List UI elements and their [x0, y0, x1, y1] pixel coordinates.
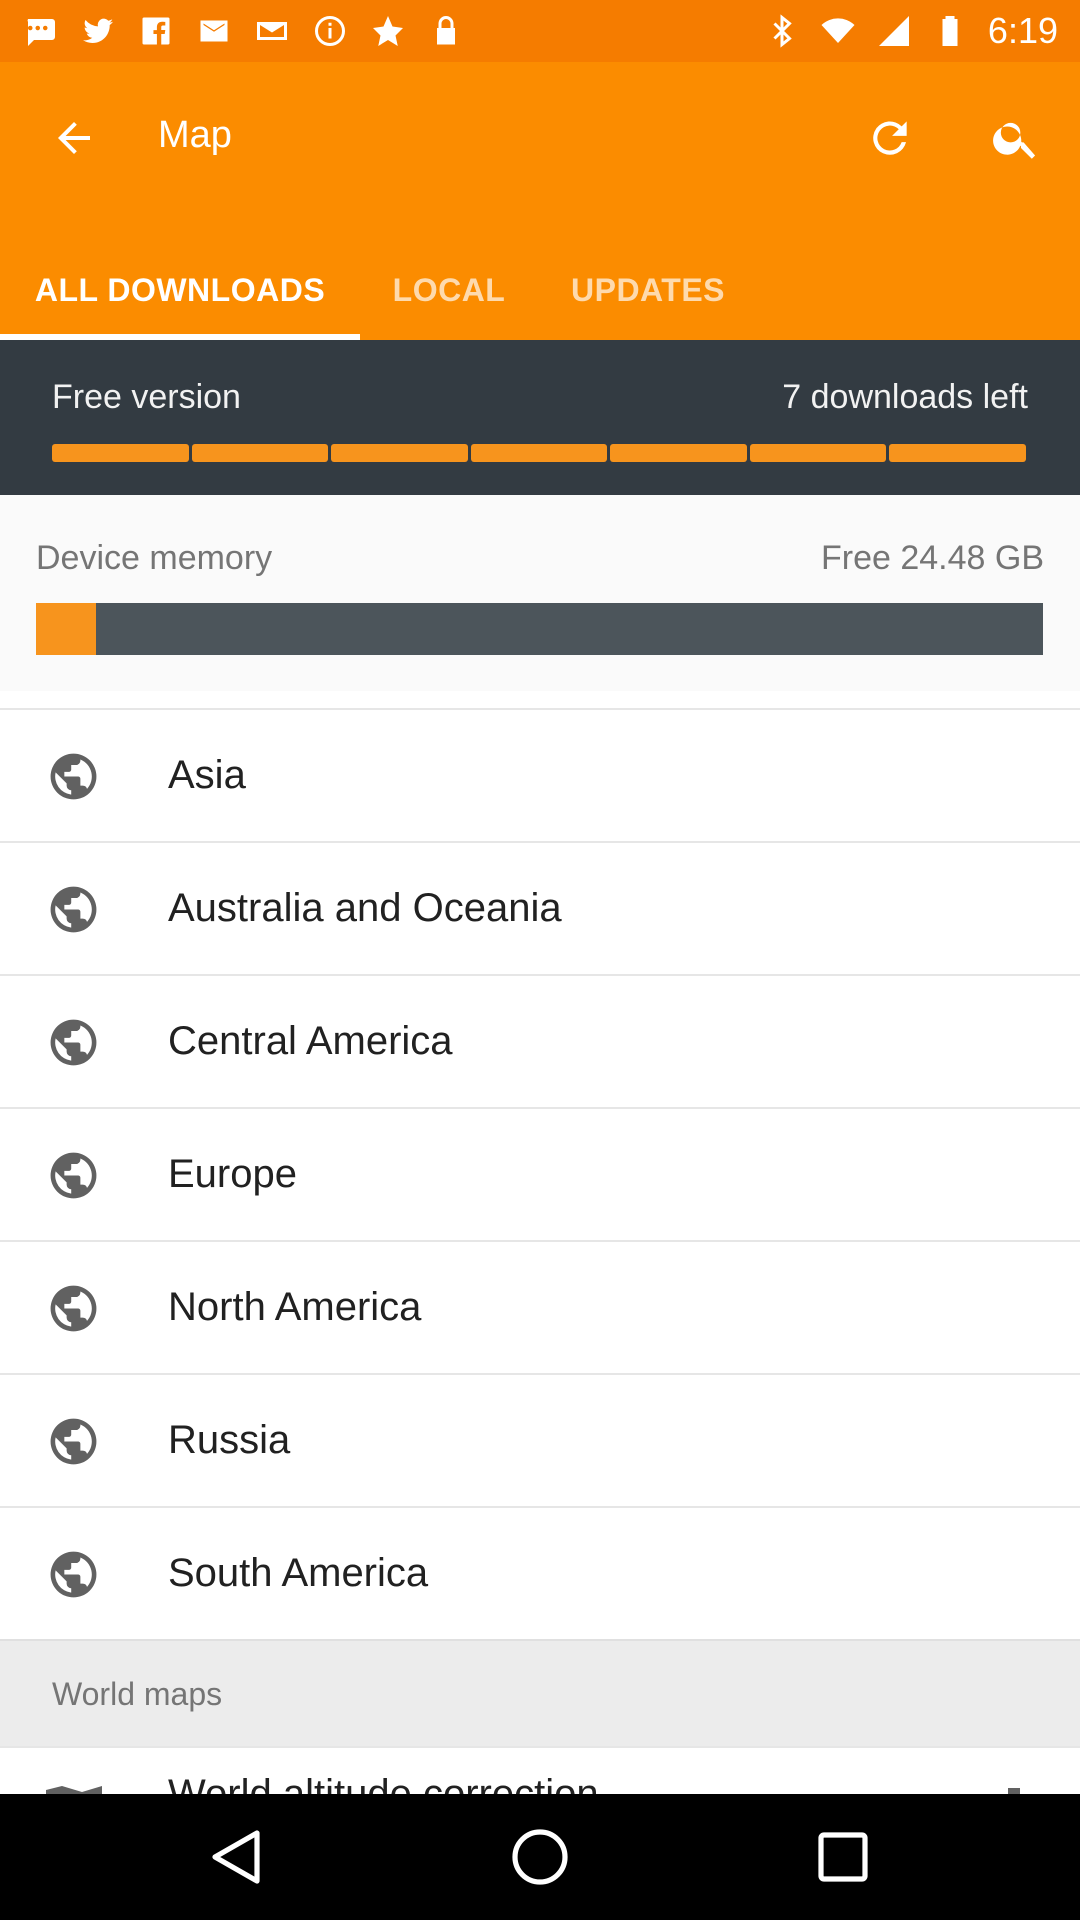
list-item-label: World altitude correction [168, 1772, 599, 1794]
globe-icon [46, 1414, 101, 1469]
device-memory-free: Free 24.48 GB [820, 539, 1044, 577]
tab-bar: ALL DOWNLOADS LOCAL UPDATES [0, 240, 1080, 340]
bluetooth-icon [773, 14, 792, 48]
downloads-left-bar [52, 444, 1027, 462]
list-item-world-altitude-correction[interactable]: World altitude correction [0, 1746, 1080, 1794]
status-bar: 6:19 [0, 0, 1080, 62]
list-item-label: Europe [168, 1152, 297, 1196]
tab-updates[interactable]: UPDATES [538, 240, 758, 340]
download-segment [331, 444, 468, 462]
download-segment [889, 444, 1027, 462]
download-segment [749, 444, 887, 462]
device-memory-panel: Device memory Free 24.48 GB [0, 495, 1080, 691]
refresh-button[interactable] [856, 104, 924, 172]
page-title: Map [158, 114, 232, 156]
list-item-label: Australia and Oceania [168, 886, 562, 930]
square-recents-icon [818, 1832, 868, 1882]
lock-icon [437, 16, 455, 45]
circle-home-icon [512, 1829, 568, 1885]
triangle-back-icon [212, 1830, 260, 1884]
twitter-icon [83, 18, 113, 43]
map-icon [46, 1786, 102, 1794]
home-nav-button[interactable] [500, 1817, 580, 1897]
download-segment [191, 444, 329, 462]
list-item-label: North America [168, 1285, 422, 1329]
fake-gps-icon [373, 16, 403, 46]
list-item[interactable]: Asia [0, 708, 1080, 841]
free-version-panel: Free version 7 downloads left [0, 340, 1080, 495]
message-icon [27, 19, 55, 46]
download-segment [610, 444, 747, 462]
clock: 6:19 [987, 10, 1058, 51]
list-item[interactable]: South America [0, 1506, 1080, 1639]
mail-icon [200, 20, 228, 42]
navigation-bar [0, 1794, 1080, 1920]
download-segment [52, 444, 189, 462]
download-segment [470, 444, 608, 462]
world-maps-header: World maps [0, 1639, 1080, 1746]
list-item[interactable]: North America [0, 1240, 1080, 1373]
app-bar: Map ALL DOWNLOADS LOCAL UPDATES [0, 62, 1080, 340]
list-item-label: South America [168, 1551, 429, 1595]
info-icon [315, 16, 345, 46]
list-item[interactable]: Europe [0, 1107, 1080, 1240]
globe-icon [46, 1281, 101, 1336]
arrow-back-icon [58, 122, 90, 154]
memory-used-fill [36, 603, 97, 655]
battery-icon [942, 16, 958, 46]
facebook-icon [142, 17, 170, 45]
device-memory-label: Device memory [36, 539, 273, 577]
list-item[interactable]: Central America [0, 974, 1080, 1107]
signal-icon [878, 16, 909, 46]
globe-icon [46, 749, 101, 804]
list-item-label: Russia [168, 1418, 291, 1462]
globe-icon [46, 1015, 101, 1070]
world-maps-header-label: World maps [52, 1676, 223, 1712]
search-icon [993, 122, 1036, 159]
list-item-label: Asia [168, 753, 246, 797]
recents-nav-button[interactable] [803, 1817, 883, 1897]
notification-icons [22, 0, 464, 62]
memory-usage-bar [36, 603, 1043, 655]
globe-icon [46, 882, 101, 937]
wifi-icon [821, 18, 855, 43]
free-version-label: Free version [52, 378, 241, 416]
region-list: Asia Australia and Oceania Central America… [0, 708, 1080, 1639]
list-item-label: Central America [168, 1019, 453, 1063]
tab-local[interactable]: LOCAL [360, 240, 538, 340]
list-item[interactable]: Australia and Oceania [0, 841, 1080, 974]
back-button[interactable] [40, 104, 108, 172]
back-nav-button[interactable] [197, 1817, 277, 1897]
search-button[interactable] [982, 104, 1050, 172]
system-icons: 6:19 [764, 0, 1058, 62]
globe-icon [46, 1547, 101, 1602]
refresh-icon [873, 121, 907, 155]
email-icon [257, 22, 287, 40]
list-item[interactable]: Russia [0, 1373, 1080, 1506]
tab-all-downloads[interactable]: ALL DOWNLOADS [0, 240, 360, 340]
globe-icon [46, 1148, 101, 1203]
downloads-left-label: 7 downloads left [782, 378, 1028, 416]
